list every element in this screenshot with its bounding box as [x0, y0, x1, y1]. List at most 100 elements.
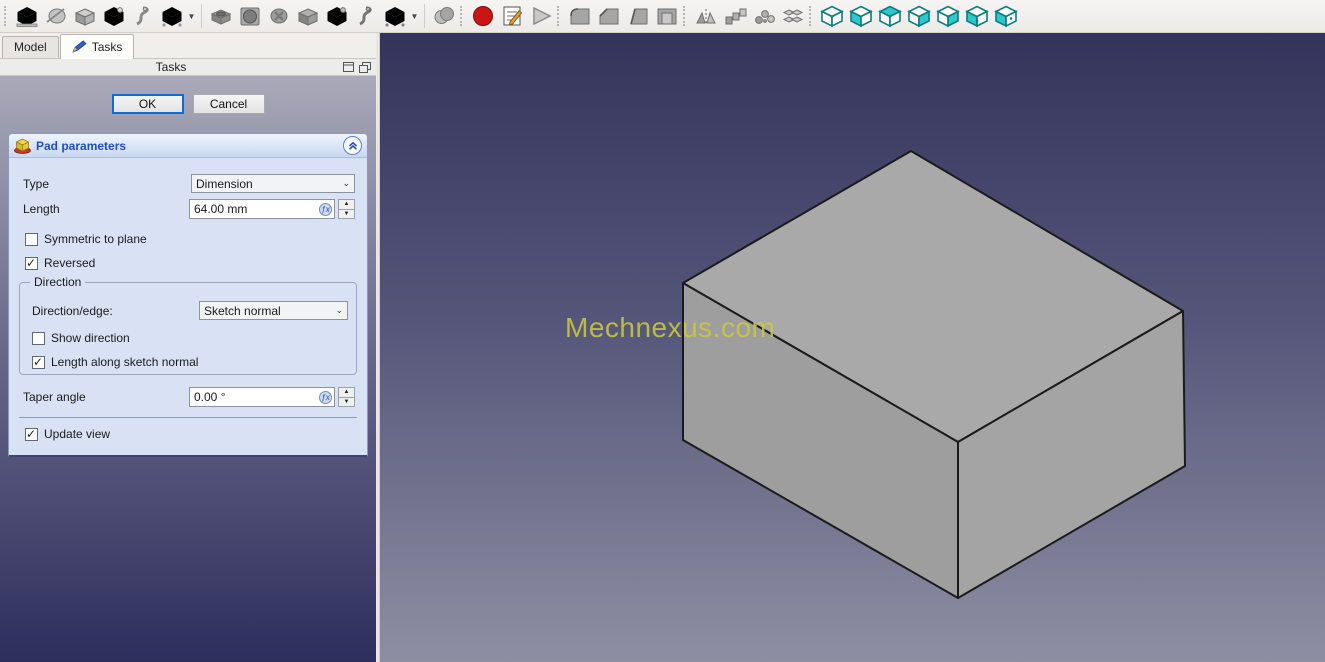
subtractive-pipe-icon[interactable]: [322, 3, 351, 30]
execute-macro-icon[interactable]: [526, 3, 555, 30]
view-right-icon[interactable]: [904, 3, 933, 30]
update-view-checkbox-row[interactable]: Update view: [25, 427, 367, 441]
spin-down-icon[interactable]: ▼: [338, 210, 355, 220]
length-label: Length: [23, 202, 189, 216]
direction-edge-combobox[interactable]: Sketch normal ⌄: [199, 301, 348, 320]
spin-down-icon[interactable]: ▼: [338, 398, 355, 408]
chamfer-icon[interactable]: [594, 3, 623, 30]
update-view-checkbox[interactable]: [25, 428, 38, 441]
direction-group-label: Direction: [30, 275, 85, 289]
separator-line: [19, 417, 357, 418]
symmetric-checkbox-row[interactable]: Symmetric to plane: [25, 232, 367, 246]
view-left-icon[interactable]: [991, 3, 1020, 30]
cancel-button[interactable]: Cancel: [193, 94, 265, 114]
toolbar-drag-handle[interactable]: [4, 6, 9, 26]
additive-helix-icon[interactable]: [128, 3, 157, 30]
ok-button[interactable]: OK: [112, 94, 184, 114]
taper-angle-input[interactable]: 0.00 ° ƒx: [189, 387, 335, 407]
pocket-icon[interactable]: [206, 3, 235, 30]
symmetric-label: Symmetric to plane: [44, 232, 147, 246]
spin-up-icon[interactable]: ▲: [338, 199, 355, 210]
mirrored-icon[interactable]: [691, 3, 720, 30]
expression-icon[interactable]: ƒx: [319, 203, 332, 216]
direction-edge-value: Sketch normal: [204, 304, 332, 318]
additive-pipe-icon[interactable]: [99, 3, 128, 30]
dock-icon[interactable]: [341, 61, 355, 74]
additive-dropdown-icon[interactable]: ▼: [186, 3, 197, 30]
additive-primitives-icon[interactable]: [157, 3, 186, 30]
pad-parameters-header[interactable]: Pad parameters: [9, 134, 367, 158]
taper-angle-label: Taper angle: [23, 390, 189, 404]
panel-title-text: Tasks: [4, 60, 338, 74]
panel-titlebar: Tasks: [0, 59, 376, 76]
float-icon[interactable]: [358, 61, 372, 74]
reversed-checkbox-row[interactable]: Reversed: [25, 256, 367, 270]
3d-viewport[interactable]: Mechnexus.com: [380, 33, 1325, 662]
toolbar-separator: [424, 4, 425, 28]
dialog-title: Pad parameters: [36, 139, 343, 153]
expression-icon[interactable]: ƒx: [319, 391, 332, 404]
subtractive-loft-icon[interactable]: [293, 3, 322, 30]
length-along-checkbox-row[interactable]: Length along sketch normal: [32, 355, 356, 369]
show-direction-checkbox-row[interactable]: Show direction: [32, 331, 356, 345]
length-spinner[interactable]: ▲▼: [338, 199, 355, 219]
additive-loft-icon[interactable]: [70, 3, 99, 30]
pad-icon: [14, 138, 31, 154]
tab-model[interactable]: Model: [2, 36, 59, 58]
type-value: Dimension: [196, 177, 339, 191]
groove-icon[interactable]: [264, 3, 293, 30]
view-bottom-icon[interactable]: [962, 3, 991, 30]
spin-up-icon[interactable]: ▲: [338, 387, 355, 398]
view-rear-icon[interactable]: [933, 3, 962, 30]
update-view-label: Update view: [44, 427, 110, 441]
view-isometric-icon[interactable]: [817, 3, 846, 30]
task-panel: Model Tasks Tasks: [0, 33, 376, 662]
pencil-icon: [72, 40, 87, 53]
view-front-icon[interactable]: [846, 3, 875, 30]
toolbar-drag-handle[interactable]: [809, 6, 814, 26]
collapse-chevrons-icon[interactable]: [343, 136, 362, 155]
task-panel-body: OK Cancel Pad parameters: [0, 76, 376, 662]
toolbar-drag-handle[interactable]: [557, 6, 562, 26]
tab-model-label: Model: [14, 40, 47, 54]
view-top-icon[interactable]: [875, 3, 904, 30]
subtractive-helix-icon[interactable]: [351, 3, 380, 30]
toolbar-drag-handle[interactable]: [460, 6, 465, 26]
pad-icon[interactable]: [12, 3, 41, 30]
direction-edge-label: Direction/edge:: [32, 304, 199, 318]
main-toolbar: ▼ ▼: [0, 0, 1325, 33]
polar-pattern-icon[interactable]: [749, 3, 778, 30]
taper-angle-value: 0.00 °: [194, 390, 319, 404]
type-combobox[interactable]: Dimension ⌄: [191, 174, 355, 193]
show-direction-label: Show direction: [51, 331, 130, 345]
reversed-label: Reversed: [44, 256, 95, 270]
chevron-down-icon: ⌄: [335, 305, 343, 316]
edit-macro-icon[interactable]: [497, 3, 526, 30]
length-along-checkbox[interactable]: [32, 356, 45, 369]
multitransform-icon[interactable]: [778, 3, 807, 30]
type-label: Type: [23, 177, 191, 191]
reversed-checkbox[interactable]: [25, 257, 38, 270]
toolbar-separator: [201, 4, 202, 28]
symmetric-checkbox[interactable]: [25, 233, 38, 246]
hole-icon[interactable]: [235, 3, 264, 30]
boolean-operation-icon[interactable]: [429, 3, 458, 30]
draft-icon[interactable]: [623, 3, 652, 30]
revolution-icon[interactable]: [41, 3, 70, 30]
freecad-window: ▼ ▼: [0, 0, 1325, 662]
task-buttons: OK Cancel: [0, 76, 376, 114]
fillet-icon[interactable]: [565, 3, 594, 30]
length-input[interactable]: 64.00 mm ƒx: [189, 199, 335, 219]
show-direction-checkbox[interactable]: [32, 332, 45, 345]
linear-pattern-icon[interactable]: [720, 3, 749, 30]
toolbar-drag-handle[interactable]: [683, 6, 688, 26]
subtractive-dropdown-icon[interactable]: ▼: [409, 3, 420, 30]
tab-tasks[interactable]: Tasks: [60, 34, 135, 59]
taper-spinner[interactable]: ▲▼: [338, 387, 355, 407]
chevron-down-icon: ⌄: [342, 178, 350, 189]
record-macro-icon[interactable]: [468, 3, 497, 30]
pad-solid[interactable]: [380, 33, 1325, 662]
panel-tabbar: Model Tasks: [0, 33, 376, 59]
subtractive-primitives-icon[interactable]: [380, 3, 409, 30]
thickness-icon[interactable]: [652, 3, 681, 30]
